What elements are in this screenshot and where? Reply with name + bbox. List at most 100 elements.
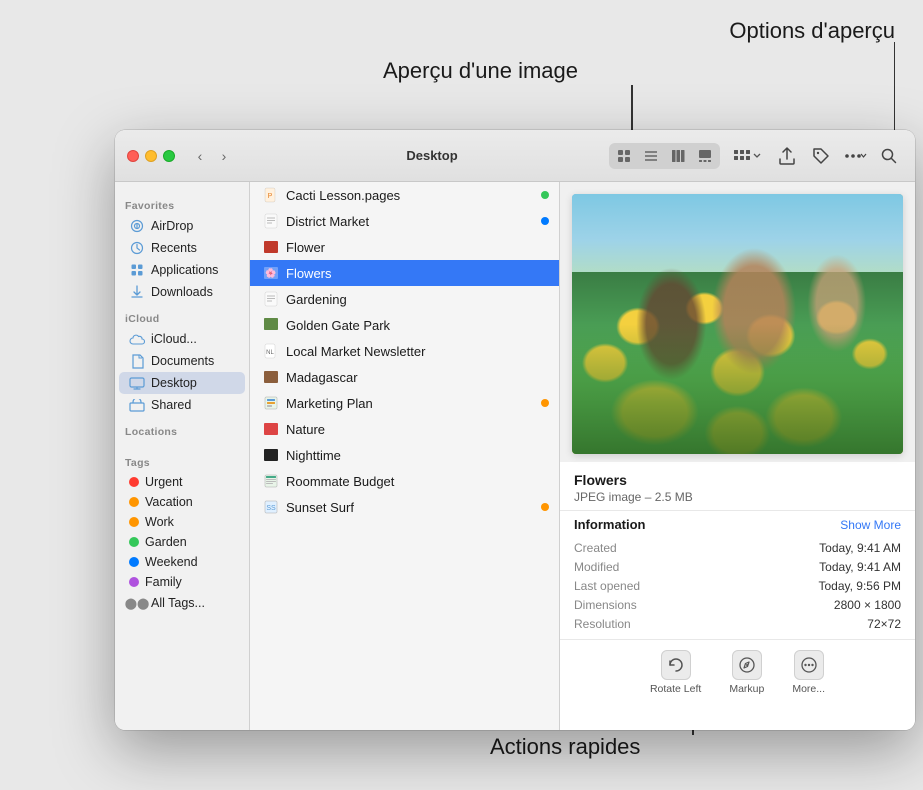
more-button[interactable]: More... <box>792 650 825 695</box>
file-row[interactable]: Gardening <box>250 286 559 312</box>
svg-text:SS: SS <box>266 505 276 512</box>
file-info: Flowers JPEG image – 2.5 MB <box>560 462 915 510</box>
sidebar-item-tag-work[interactable]: Work <box>119 512 245 532</box>
file-name: Golden Gate Park <box>286 318 549 333</box>
file-name: Flower <box>286 240 549 255</box>
share-button[interactable] <box>773 142 801 170</box>
photo-background <box>572 194 903 454</box>
icloud-label: iCloud... <box>151 332 197 346</box>
tag-urgent-label: Urgent <box>145 475 183 489</box>
sidebar-item-tag-garden[interactable]: Garden <box>119 532 245 552</box>
file-icon: SS <box>262 498 280 516</box>
maximize-button[interactable] <box>163 150 175 162</box>
view-list-button[interactable] <box>638 145 664 167</box>
modified-value: Today, 9:41 AM <box>819 560 901 574</box>
actions-rapides-label: Actions rapides <box>490 734 640 760</box>
info-row-modified: Modified Today, 9:41 AM <box>574 557 901 576</box>
file-icon: P <box>262 186 280 204</box>
file-icon <box>262 446 280 464</box>
preview-image-area <box>560 182 915 462</box>
icloud-header: iCloud <box>115 303 249 328</box>
tag-vacation-dot <box>129 497 139 507</box>
search-button[interactable] <box>875 142 903 170</box>
file-icon <box>262 290 280 308</box>
file-row[interactable]: Roommate Budget <box>250 468 559 494</box>
stems-layer <box>572 324 903 454</box>
file-icon <box>262 420 280 438</box>
tags-header: Tags <box>115 447 249 472</box>
info-row-dimensions: Dimensions 2800 × 1800 <box>574 595 901 614</box>
info-row-resolution: Resolution 72×72 <box>574 614 901 633</box>
svg-text:P: P <box>268 193 273 200</box>
file-row[interactable]: Golden Gate Park <box>250 312 559 338</box>
file-row[interactable]: Nighttime <box>250 442 559 468</box>
file-name: Madagascar <box>286 370 549 385</box>
file-icon <box>262 368 280 386</box>
view-grid-button[interactable] <box>611 145 637 167</box>
tag-all-label: All Tags... <box>151 596 205 610</box>
titlebar: ‹ › Desktop <box>115 130 915 182</box>
file-row[interactable]: NL Local Market Newsletter <box>250 338 559 364</box>
more-label: More... <box>792 683 825 695</box>
group-view-button[interactable] <box>728 147 767 165</box>
applications-label: Applications <box>151 263 218 277</box>
sidebar-item-icloud[interactable]: iCloud... <box>119 328 245 350</box>
file-icon <box>262 316 280 334</box>
file-row[interactable]: P Cacti Lesson.pages <box>250 182 559 208</box>
file-name: District Market <box>286 214 535 229</box>
file-name: Roommate Budget <box>286 474 549 489</box>
downloads-label: Downloads <box>151 285 213 299</box>
sidebar-item-applications[interactable]: Applications <box>119 259 245 281</box>
markup-button[interactable]: Markup <box>729 650 764 695</box>
view-modes <box>609 143 720 169</box>
sidebar-item-tag-urgent[interactable]: Urgent <box>119 472 245 492</box>
tag-weekend-dot <box>129 557 139 567</box>
dimensions-value: 2800 × 1800 <box>834 598 901 612</box>
desktop-label: Desktop <box>151 376 197 390</box>
tag-weekend-label: Weekend <box>145 555 198 569</box>
sidebar-item-tag-family[interactable]: Family <box>119 572 245 592</box>
created-value: Today, 9:41 AM <box>819 541 901 555</box>
sidebar-item-desktop[interactable]: Desktop <box>119 372 245 394</box>
shared-icon <box>129 397 145 413</box>
preview-pane: Flowers JPEG image – 2.5 MB Information … <box>560 182 915 730</box>
preview-file-type: JPEG image – 2.5 MB <box>574 490 901 504</box>
file-row[interactable]: Nature <box>250 416 559 442</box>
applications-icon <box>129 262 145 278</box>
sidebar-item-documents[interactable]: Documents <box>119 350 245 372</box>
sidebar-item-airdrop[interactable]: AirDrop <box>119 215 245 237</box>
sidebar-item-tag-all[interactable]: ⬤⬤ All Tags... <box>119 592 245 614</box>
view-gallery-button[interactable] <box>692 145 718 167</box>
file-row[interactable]: Madagascar <box>250 364 559 390</box>
file-row[interactable]: Flower <box>250 234 559 260</box>
info-row-last-opened: Last opened Today, 9:56 PM <box>574 576 901 595</box>
sidebar: Favorites AirDrop Recents <box>115 182 250 730</box>
file-name: Sunset Surf <box>286 500 535 515</box>
file-indicator <box>541 217 549 225</box>
sidebar-item-recents[interactable]: Recents <box>119 237 245 259</box>
airdrop-icon <box>129 218 145 234</box>
file-row-selected[interactable]: 🌸 Flowers <box>250 260 559 286</box>
view-column-button[interactable] <box>665 145 691 167</box>
sidebar-item-tag-weekend[interactable]: Weekend <box>119 552 245 572</box>
file-row[interactable]: District Market <box>250 208 559 234</box>
sidebar-item-shared[interactable]: Shared <box>119 394 245 416</box>
file-row[interactable]: Marketing Plan <box>250 390 559 416</box>
desktop-icon <box>129 375 145 391</box>
minimize-button[interactable] <box>145 150 157 162</box>
tag-vacation-label: Vacation <box>145 495 193 509</box>
svg-text:NL: NL <box>266 350 274 356</box>
show-more-button[interactable]: Show More <box>840 518 901 532</box>
preview-image <box>572 194 903 454</box>
sidebar-item-tag-vacation[interactable]: Vacation <box>119 492 245 512</box>
close-button[interactable] <box>127 150 139 162</box>
sidebar-item-downloads[interactable]: Downloads <box>119 281 245 303</box>
file-name: Nighttime <box>286 448 549 463</box>
rotate-left-button[interactable]: Rotate Left <box>650 650 701 695</box>
file-indicator <box>541 399 549 407</box>
last-opened-value: Today, 9:56 PM <box>819 579 902 593</box>
tag-button[interactable] <box>807 142 835 170</box>
file-row[interactable]: SS Sunset Surf <box>250 494 559 520</box>
documents-icon <box>129 353 145 369</box>
more-options-button[interactable] <box>841 142 869 170</box>
